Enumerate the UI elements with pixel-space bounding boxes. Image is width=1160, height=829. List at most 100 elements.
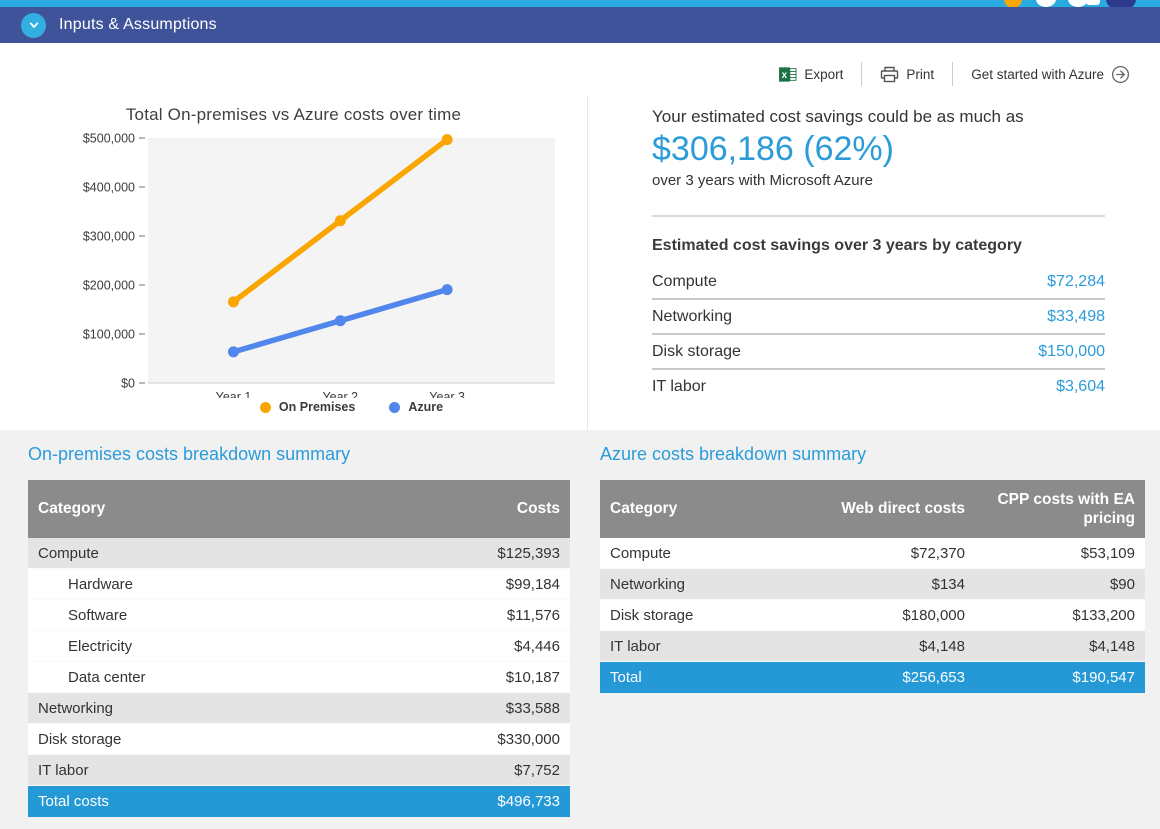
svg-text:$200,000: $200,000 <box>83 279 135 293</box>
azure-table: Category Web direct costs CPP costs with… <box>600 480 1145 693</box>
savings-category-value: $72,284 <box>1047 273 1105 291</box>
column-header-cpp-ea: CPP costs with EA pricing <box>965 490 1135 529</box>
row-costs: $11,576 <box>430 607 560 624</box>
row-category: Electricity <box>38 638 430 655</box>
legend-item: On Premises <box>260 400 355 414</box>
row-web-direct: $180,000 <box>795 607 965 624</box>
row-cpp-ea: $53,109 <box>965 545 1135 562</box>
svg-text:$300,000: $300,000 <box>83 230 135 244</box>
savings-category-value: $150,000 <box>1038 343 1105 361</box>
excel-icon: x <box>779 66 797 83</box>
row-category: Disk storage <box>38 731 430 748</box>
table-row: Hardware$99,184 <box>28 569 570 600</box>
row-category: Total <box>610 669 795 686</box>
legend-label: Azure <box>408 400 443 414</box>
row-costs: $125,393 <box>430 545 560 562</box>
decor-white-circle <box>1068 0 1088 7</box>
row-web-direct: $134 <box>795 576 965 593</box>
column-header-category: Category <box>38 500 430 518</box>
azure-table-heading: Azure costs breakdown summary <box>600 444 1145 465</box>
onprem-table-heading: On-premises costs breakdown summary <box>28 444 570 465</box>
divider <box>652 215 1105 217</box>
row-costs: $330,000 <box>430 731 560 748</box>
row-category: Networking <box>38 700 430 717</box>
export-button[interactable]: x Export <box>775 64 847 85</box>
table-row: Disk storage$180,000$133,200 <box>600 600 1145 631</box>
row-category: Data center <box>38 669 430 686</box>
row-cpp-ea: $190,547 <box>965 669 1135 686</box>
legend-dot-icon <box>389 402 400 413</box>
section-title: Inputs & Assumptions <box>59 16 217 34</box>
savings-category-label: Compute <box>652 273 717 291</box>
svg-text:Year 2: Year 2 <box>322 390 358 398</box>
table-row: Total$256,653$190,547 <box>600 662 1145 693</box>
row-category: Software <box>38 607 430 624</box>
chart-legend: On Premises Azure <box>148 400 555 414</box>
onprem-table: Category Costs Compute$125,393Hardware$9… <box>28 480 570 817</box>
row-cpp-ea: $133,200 <box>965 607 1135 624</box>
onprem-breakdown: On-premises costs breakdown summary Cate… <box>28 440 570 829</box>
table-row: Compute$72,370$53,109 <box>600 538 1145 569</box>
export-label: Export <box>804 67 843 82</box>
svg-text:Year 3: Year 3 <box>429 390 465 398</box>
arrow-right-circle-icon <box>1111 65 1130 84</box>
svg-text:$400,000: $400,000 <box>83 181 135 195</box>
row-cpp-ea: $90 <box>965 576 1135 593</box>
decor-navy-circle <box>1106 0 1136 7</box>
svg-text:$500,000: $500,000 <box>83 132 135 146</box>
main-content: Total On-premises vs Azure costs over ti… <box>0 95 1160 430</box>
column-header-costs: Costs <box>430 499 560 518</box>
legend-item: Azure <box>389 400 443 414</box>
row-costs: $496,733 <box>430 793 560 810</box>
row-costs: $4,446 <box>430 638 560 655</box>
table-row: IT labor$4,148$4,148 <box>600 631 1145 662</box>
savings-category-heading: Estimated cost savings over 3 years by c… <box>652 237 1105 255</box>
inputs-assumptions-header[interactable]: Inputs & Assumptions <box>0 7 1160 43</box>
table-row: Data center$10,187 <box>28 662 570 693</box>
azure-table-body: Compute$72,370$53,109Networking$134$90Di… <box>600 538 1145 693</box>
table-row: Networking$33,588 <box>28 693 570 724</box>
cost-comparison-chart: Total On-premises vs Azure costs over ti… <box>0 95 587 430</box>
row-costs: $7,752 <box>430 762 560 779</box>
savings-category-value: $3,604 <box>1056 378 1105 396</box>
savings-category-label: Disk storage <box>652 343 741 361</box>
row-costs: $10,187 <box>430 669 560 686</box>
top-decor-strip <box>0 0 1160 7</box>
row-category: Compute <box>610 545 795 562</box>
savings-category-label: Networking <box>652 308 732 326</box>
table-row: Networking$134$90 <box>600 569 1145 600</box>
row-category: Total costs <box>38 793 430 810</box>
savings-row: Disk storage $150,000 <box>652 335 1105 370</box>
row-category: Hardware <box>38 576 430 593</box>
savings-amount: $306,186 (62%) <box>652 130 1105 169</box>
print-button[interactable]: Print <box>876 64 938 85</box>
breakdown-section: On-premises costs breakdown summary Cate… <box>0 430 1160 829</box>
savings-row: Networking $33,498 <box>652 300 1105 335</box>
chevron-down-icon[interactable] <box>21 13 46 38</box>
row-web-direct: $4,148 <box>795 638 965 655</box>
table-row: Electricity$4,446 <box>28 631 570 662</box>
onprem-table-body: Compute$125,393Hardware$99,184Software$1… <box>28 538 570 817</box>
decor-white-circle <box>1036 0 1056 7</box>
decor-orange-circle <box>1004 0 1022 7</box>
onprem-table-header: Category Costs <box>28 480 570 538</box>
row-web-direct: $256,653 <box>795 669 965 686</box>
savings-subtext: over 3 years with Microsoft Azure <box>652 172 1105 189</box>
row-category: IT labor <box>38 762 430 779</box>
table-row: IT labor$7,752 <box>28 755 570 786</box>
row-costs: $33,588 <box>430 700 560 717</box>
toolbar-divider <box>952 62 953 86</box>
svg-text:$0: $0 <box>121 377 135 391</box>
column-header-category: Category <box>610 500 795 518</box>
savings-category-value: $33,498 <box>1047 308 1105 326</box>
row-category: Networking <box>610 576 795 593</box>
get-started-button[interactable]: Get started with Azure <box>967 63 1134 86</box>
savings-category-label: IT labor <box>652 378 706 396</box>
table-row: Compute$125,393 <box>28 538 570 569</box>
row-category: Compute <box>38 545 430 562</box>
toolbar-divider <box>861 62 862 86</box>
column-header-web-direct: Web direct costs <box>795 499 965 518</box>
legend-dot-icon <box>260 402 271 413</box>
azure-tco-results-page: Inputs & Assumptions x Export <box>0 0 1160 829</box>
row-category: Disk storage <box>610 607 795 624</box>
